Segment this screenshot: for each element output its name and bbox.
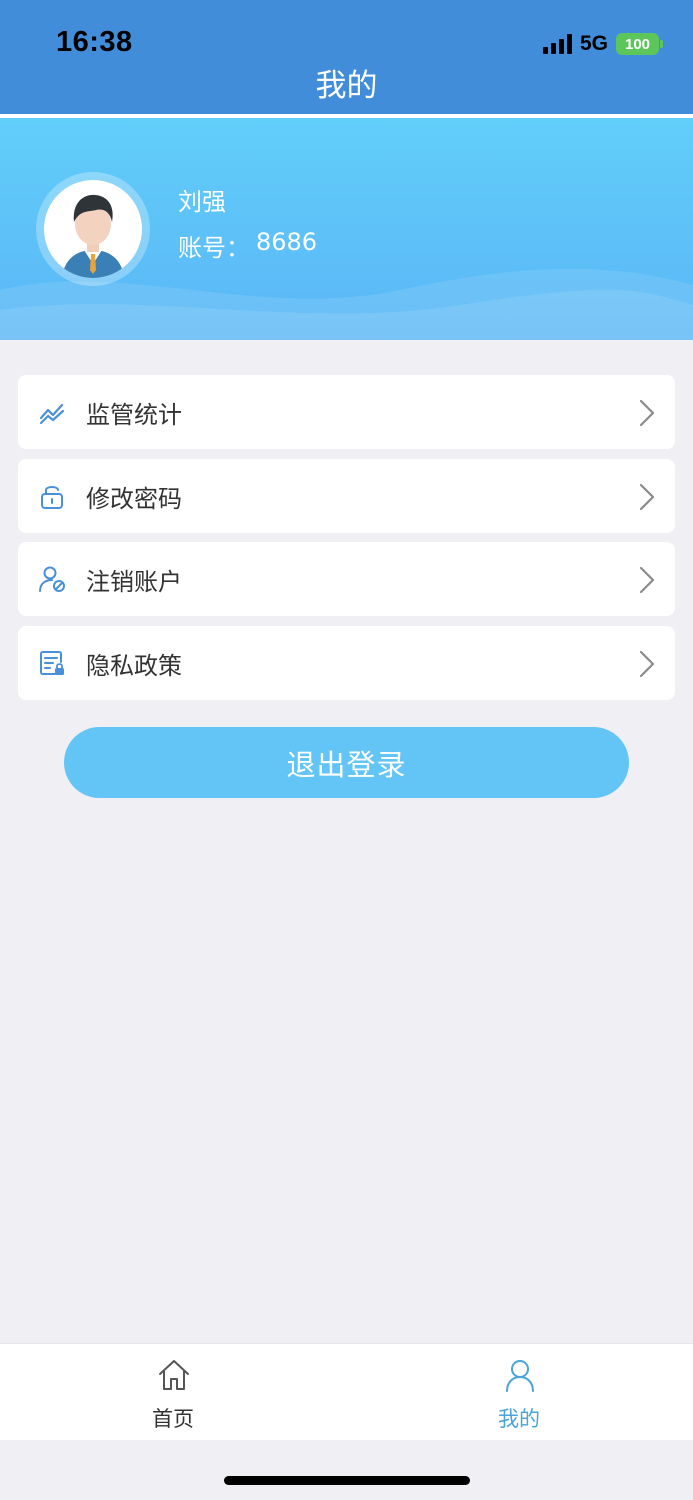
menu-item-change-password[interactable]: 修改密码: [18, 459, 675, 533]
battery-icon: 100: [616, 33, 663, 55]
unlock-icon: [41, 486, 63, 509]
chevron-right-icon: [639, 399, 655, 427]
menu-item-label: 监管统计: [86, 400, 182, 429]
avatar[interactable]: [44, 180, 142, 278]
top-header: 16:38 5G 100 我的: [0, 0, 693, 114]
profile-banner: 刘强 账号： 8686: [0, 118, 693, 340]
privacy-document-icon: [40, 651, 64, 675]
menu-item-label: 修改密码: [86, 484, 182, 513]
account-info: 账号： 8686: [178, 228, 317, 263]
menu-item-label: 注销账户: [86, 567, 182, 596]
menu-item-supervision-stats[interactable]: 监管统计: [18, 375, 675, 449]
tab-label: 首页: [152, 1407, 194, 1431]
home-indicator: [224, 1476, 470, 1485]
bottom-tab-bar: 首页 我的: [0, 1343, 693, 1440]
menu-item-privacy-policy[interactable]: 隐私政策: [18, 626, 675, 700]
logout-button[interactable]: 退出登录: [64, 727, 629, 798]
chevron-right-icon: [639, 650, 655, 678]
page-title: 我的: [315, 68, 378, 104]
battery-level: 100: [624, 35, 651, 53]
status-indicators: 5G 100: [542, 32, 663, 55]
trend-chart-icon: [39, 403, 65, 425]
tab-mine[interactable]: 我的: [346, 1344, 692, 1441]
account-number: 8686: [256, 228, 318, 256]
network-type: 5G: [579, 32, 608, 55]
user-icon: [506, 1360, 534, 1392]
user-avatar-icon: [62, 194, 124, 278]
tab-label: 我的: [498, 1407, 540, 1431]
home-icon: [159, 1360, 189, 1390]
menu-item-cancel-account[interactable]: 注销账户: [18, 542, 675, 616]
user-name: 刘强: [178, 188, 226, 216]
chevron-right-icon: [639, 566, 655, 594]
account-label: 账号：: [178, 234, 250, 262]
status-time: 16:38: [56, 26, 133, 58]
user-cancel-icon: [39, 566, 65, 592]
tab-home[interactable]: 首页: [0, 1344, 346, 1441]
signal-icon: [542, 34, 572, 54]
menu-item-label: 隐私政策: [86, 651, 182, 680]
chevron-right-icon: [639, 483, 655, 511]
